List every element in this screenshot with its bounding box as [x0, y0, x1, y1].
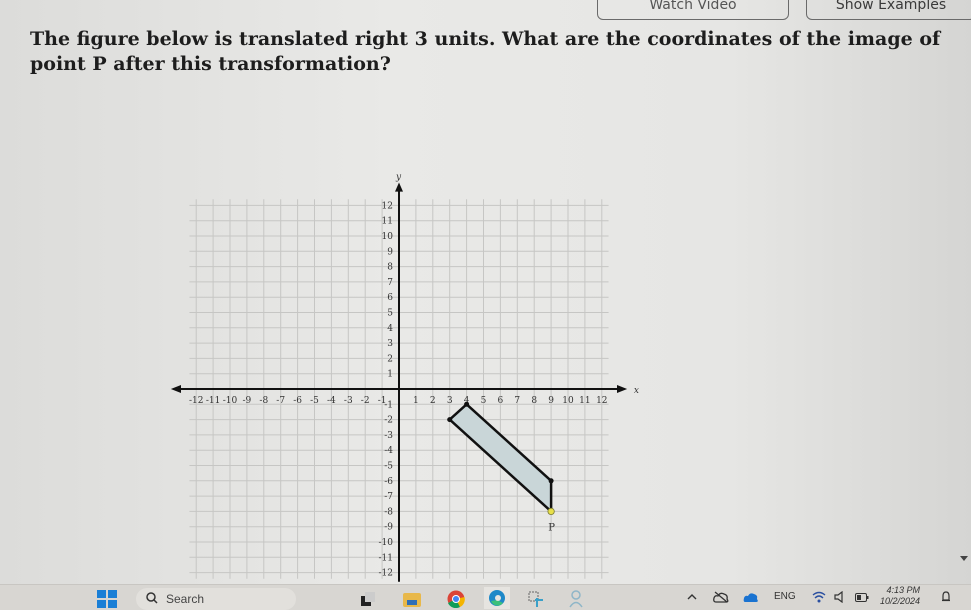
- figure-vertex: [548, 478, 554, 484]
- x-tick-label: 3: [447, 396, 453, 406]
- y-tick-label: 7: [387, 278, 393, 288]
- y-tick-label: 3: [387, 339, 393, 349]
- y-tick-label: -9: [384, 523, 393, 533]
- figure-vertex: [447, 417, 453, 423]
- x-tick-label: 7: [514, 396, 520, 406]
- x-tick-label: -3: [344, 396, 353, 406]
- x-tick-label: 6: [498, 396, 504, 406]
- x-axis-arrow-right: [617, 385, 628, 393]
- x-tick-label: -7: [276, 396, 285, 406]
- taskbar-clock[interactable]: 4:13 PM 10/2/2024: [880, 585, 920, 607]
- x-tick-label: 12: [596, 396, 607, 406]
- y-tick-label: -8: [384, 507, 393, 517]
- x-tick-label: -11: [206, 396, 221, 406]
- x-tick-label: -10: [223, 396, 238, 406]
- y-tick-label: -5: [384, 462, 393, 472]
- y-tick-label: -3: [384, 431, 393, 441]
- chrome-icon[interactable]: [446, 589, 466, 609]
- taskbar: Search ENG 4:13 PM 10/2/2024: [0, 584, 971, 610]
- people-icon[interactable]: [567, 589, 585, 609]
- point-p-marker: [547, 507, 555, 515]
- onedrive-icon[interactable]: [743, 591, 759, 603]
- y-tick-label: 1: [387, 370, 393, 380]
- clock-time: 4:13 PM: [886, 585, 921, 595]
- x-tick-label: 2: [430, 396, 436, 406]
- x-tick-label: 8: [531, 396, 537, 406]
- clock-date: 10/2/2024: [880, 596, 921, 606]
- x-tick-label: -5: [310, 396, 319, 406]
- cloud-off-icon[interactable]: [713, 590, 729, 604]
- x-tick-label: -12: [189, 396, 204, 406]
- x-tick-label: -2: [361, 396, 370, 406]
- x-tick-label: -4: [327, 396, 336, 406]
- y-axis-label: y: [395, 172, 402, 182]
- x-tick-label: 5: [481, 396, 487, 406]
- figure-vertex: [464, 401, 470, 407]
- y-tick-label: 6: [387, 293, 393, 303]
- x-axis-arrow-left: [170, 385, 181, 393]
- y-tick-label: 12: [382, 201, 393, 211]
- snipping-tool-icon[interactable]: [526, 589, 546, 609]
- x-tick-label: -6: [293, 396, 302, 406]
- x-axis-label: x: [634, 386, 639, 396]
- y-tick-label: 10: [382, 232, 394, 242]
- volume-icon[interactable]: [834, 591, 846, 603]
- language-indicator[interactable]: ENG: [774, 591, 796, 602]
- y-axis-arrow-up: [395, 182, 403, 192]
- y-tick-label: -1: [384, 400, 393, 410]
- windows-start-icon[interactable]: [96, 589, 118, 609]
- taskbar-search-input[interactable]: Search: [136, 588, 296, 610]
- y-tick-label: 8: [387, 263, 393, 273]
- y-tick-label: -12: [379, 569, 394, 579]
- x-tick-label: 11: [579, 396, 590, 406]
- y-tick-label: -11: [379, 553, 394, 563]
- file-explorer-icon[interactable]: [402, 590, 422, 608]
- point-p-label: P: [548, 522, 555, 533]
- y-tick-label: -7: [384, 492, 393, 502]
- y-tick-label: 5: [387, 309, 393, 319]
- y-tick-label: 4: [387, 324, 393, 334]
- x-tick-label: 10: [562, 396, 574, 406]
- x-tick-label: 9: [548, 396, 554, 406]
- task-view-icon[interactable]: [360, 591, 376, 607]
- edge-icon[interactable]: [484, 587, 510, 609]
- y-tick-label: -4: [384, 446, 393, 456]
- search-placeholder: Search: [166, 592, 205, 606]
- y-tick-label: 2: [387, 354, 393, 364]
- scroll-down-icon[interactable]: [960, 556, 968, 561]
- battery-icon[interactable]: [855, 592, 869, 602]
- notifications-icon[interactable]: [940, 590, 952, 604]
- y-tick-label: -6: [384, 477, 393, 487]
- y-tick-label: -2: [384, 416, 393, 426]
- y-tick-label: -10: [379, 538, 394, 548]
- chevron-up-icon[interactable]: [686, 591, 698, 603]
- x-tick-label: -9: [243, 396, 252, 406]
- wifi-icon[interactable]: [812, 590, 826, 604]
- search-icon: [146, 591, 158, 607]
- x-tick-label: 1: [413, 396, 419, 406]
- y-tick-label: 9: [387, 247, 393, 257]
- x-tick-label: -8: [259, 396, 268, 406]
- y-tick-label: 11: [382, 217, 393, 227]
- coordinate-graph: xy-12 -11 -10 -9 -8 -7 -6 -5 -4 -3 -2 -1 1 2 3 4 5 6 7 8 9 10…: [170, 172, 639, 582]
